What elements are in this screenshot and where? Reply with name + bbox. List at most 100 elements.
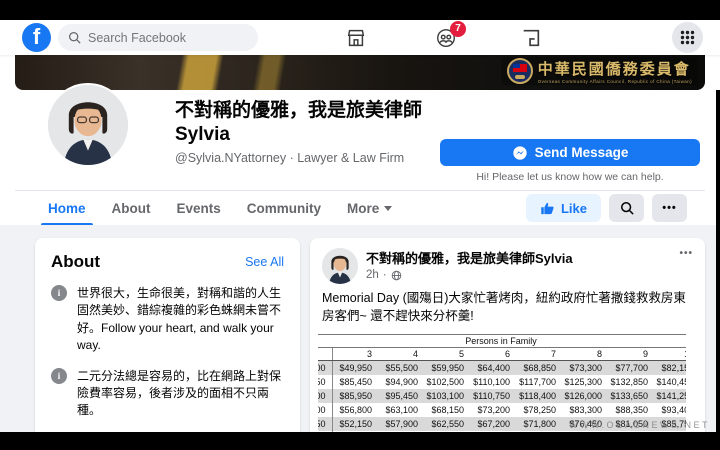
table-cell: 50 xyxy=(318,416,333,431)
table-column-header: 8 xyxy=(562,347,608,361)
table-cell: $56,800 xyxy=(339,404,372,415)
about-item-text: 世界很大，生命很美，對稱和諧的人生固然美妙、錯綜複雜的彩色蛛網未嘗不好。Foll… xyxy=(77,286,282,353)
table-cell: 50 xyxy=(318,374,333,389)
tab-community[interactable]: Community xyxy=(234,191,334,226)
table-cell: $82,150 xyxy=(661,362,686,373)
table-column-header: 4 xyxy=(378,347,424,361)
post-timestamp[interactable]: 2h xyxy=(366,269,379,281)
content-area: About See All i 世界很大，生命很美，對稱和諧的人生固然美妙、錯綜複… xyxy=(0,225,720,450)
tab-about[interactable]: About xyxy=(99,191,164,226)
gaming-icon[interactable] xyxy=(520,27,542,49)
table-group-header: Persons in Family xyxy=(318,334,686,348)
about-card: About See All i 世界很大，生命很美，對稱和諧的人生固然美妙、錯綜複… xyxy=(35,238,300,450)
search-icon xyxy=(68,31,81,44)
see-all-link[interactable]: See All xyxy=(245,255,284,269)
page-title: 不對稱的優雅，我是旅美律師 xyxy=(175,100,423,121)
table-cell: $85,950 xyxy=(339,390,372,401)
ocac-org-subtitle: Overseas Community Affairs Council, Repu… xyxy=(537,79,692,84)
tab-actions: Like ••• xyxy=(525,194,687,222)
post-author-name[interactable]: 不對稱的優雅，我是旅美律師Sylvia xyxy=(366,248,573,267)
about-item-text: 二元分法總是容易的，比在網路上對保險費率容易，後者涉及的面相不只兩種。 xyxy=(77,368,282,418)
table-cell: $126,000 xyxy=(564,390,602,401)
table-cell: $63,100 xyxy=(385,404,418,415)
table-cell: $85,450 xyxy=(339,376,372,387)
table-cell: $125,300 xyxy=(564,376,602,387)
table-cell: $55,500 xyxy=(385,362,418,373)
table-row: 50 $85,450 $94,900 $102,500 $110,100 $117,700… xyxy=(318,374,686,389)
table-cell: $117,700 xyxy=(519,376,556,387)
table-cell: $83,300 xyxy=(569,404,602,415)
table-cell: $73,200 xyxy=(477,404,510,415)
table-cell: $110,100 xyxy=(473,376,510,387)
page-more-button[interactable]: ••• xyxy=(652,194,687,222)
table-column-header: 5 xyxy=(424,347,470,361)
tab-label: Community xyxy=(246,201,322,216)
marketplace-icon[interactable] xyxy=(345,27,367,49)
table-cell: 00 xyxy=(318,360,333,375)
post-header: 不對稱的優雅，我是旅美律師Sylvia 2h · ••• xyxy=(310,238,705,284)
page-handle: @Sylvia.NYattorney · Lawyer & Law Firm xyxy=(175,150,405,165)
search-icon xyxy=(620,201,634,215)
table-cell: $88,350 xyxy=(615,404,648,415)
table-cell: $94,900 xyxy=(385,376,418,387)
tab-label: Home xyxy=(48,201,86,216)
app-menu-button[interactable] xyxy=(672,22,703,53)
messenger-icon xyxy=(512,145,528,161)
facebook-page-screenshot: f 7 中華民國僑務委員會 Overseas Community Affa xyxy=(0,0,720,450)
table-cell: $118,400 xyxy=(519,390,556,401)
about-title: About xyxy=(51,252,101,271)
thumbs-up-icon xyxy=(540,201,555,216)
meta-separator: · xyxy=(382,269,387,281)
search-input[interactable] xyxy=(88,30,248,45)
ocac-org-title: 中華民國僑務委員會 xyxy=(537,62,691,78)
post-author-avatar[interactable] xyxy=(322,248,358,284)
table-cell: $73,300 xyxy=(569,362,602,373)
like-button[interactable]: Like xyxy=(525,194,601,222)
table-column-header: 3 xyxy=(332,347,378,361)
tab-label: About xyxy=(111,201,151,216)
letterbox-right xyxy=(716,90,720,450)
facebook-logo-icon[interactable]: f xyxy=(22,23,51,52)
info-icon: i xyxy=(51,367,67,384)
info-icon: i xyxy=(51,285,67,301)
table-cell: $49,950 xyxy=(339,362,372,373)
like-label: Like xyxy=(560,200,587,216)
page-header: 不對稱的優雅，我是旅美律師 Sylvia @Sylvia.NYattorney … xyxy=(175,99,422,165)
table-column-header: 9 xyxy=(608,347,654,361)
post-menu-button[interactable]: ••• xyxy=(679,248,693,259)
about-item: i 二元分法總是容易的，比在網路上對保險費率容易，後者涉及的面相不只兩種。 xyxy=(51,367,284,420)
page-search-button[interactable] xyxy=(609,194,644,222)
table-cell: $64,400 xyxy=(477,362,510,373)
tab-more[interactable]: More xyxy=(334,191,405,226)
profile-photo[interactable] xyxy=(48,85,128,165)
about-item: i 世界很大，生命很美，對稱和諧的人生固然美妙、錯綜複雜的彩色蛛網未嘗不好。Fol… xyxy=(51,285,284,355)
table-cell: $102,500 xyxy=(426,376,464,387)
top-navbar: f 7 xyxy=(0,20,720,55)
tab-home[interactable]: Home xyxy=(35,191,99,226)
search-box[interactable] xyxy=(58,24,258,51)
chevron-down-icon xyxy=(384,206,393,211)
table-cell: $52,150 xyxy=(339,418,372,429)
table-row: 00 $49,950 $55,500 $59,950 $64,400 $68,850 $73… xyxy=(318,360,686,375)
table-cell: $140,450 xyxy=(656,376,686,387)
table-cell: $132,850 xyxy=(610,376,648,387)
table-cell: 00 xyxy=(318,388,333,403)
table-cell: $77,700 xyxy=(615,362,648,373)
table-cell: 00 xyxy=(318,402,333,417)
table-cell: $62,550 xyxy=(431,418,464,429)
table-cell: $67,200 xyxy=(477,418,510,429)
send-message-button[interactable]: Send Message xyxy=(440,139,700,166)
page-title-name: Sylvia xyxy=(175,123,230,145)
table-cell: $103,100 xyxy=(426,390,464,401)
table-cell: $93,400 xyxy=(661,404,686,415)
tab-list: Home About Events Community More xyxy=(35,191,405,226)
table-row: 00 $56,800 $63,100 $68,150 $73,200 $78,250 $83… xyxy=(318,402,686,417)
table-cell: $78,250 xyxy=(523,404,556,415)
globe-public-icon xyxy=(391,270,402,281)
tab-events[interactable]: Events xyxy=(164,191,234,226)
table-cell: $71,800 xyxy=(523,418,556,429)
table-row: 00 $85,950 $95,450 $103,100 $110,750 $118,400… xyxy=(318,388,686,403)
table-cell: $95,450 xyxy=(385,390,418,401)
grid-menu-icon xyxy=(680,30,695,45)
tab-label: More xyxy=(347,201,380,216)
